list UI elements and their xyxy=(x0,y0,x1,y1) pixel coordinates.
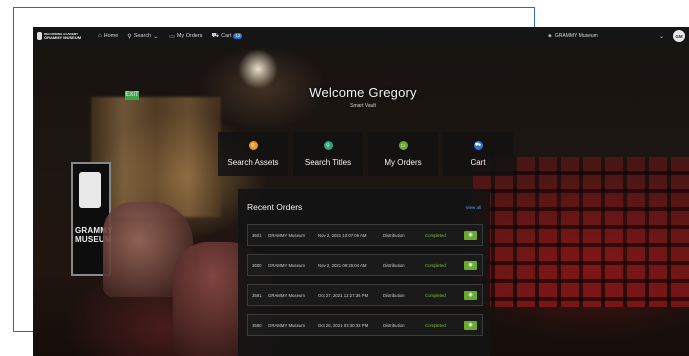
eye-icon: ◉ xyxy=(468,232,473,238)
search-icon: ⚲ xyxy=(127,33,132,40)
nav-my-orders[interactable]: ▭ My Orders xyxy=(169,33,202,40)
view-order-button[interactable]: ◉ xyxy=(464,290,477,300)
nav-home-label: Home xyxy=(103,33,119,39)
tile-my-orders-label: My Orders xyxy=(384,158,422,167)
quick-action-tiles: ⚲ Search Assets ⚲ Search Titles ▭ My Ord… xyxy=(218,132,514,176)
order-row[interactable]: 3590 GRAMMY Museum Oct 26, 2021 03:30:33… xyxy=(247,314,483,336)
order-type: Distribution xyxy=(383,262,405,268)
tile-my-orders[interactable]: ▭ My Orders xyxy=(368,132,438,176)
welcome-title: Welcome Gregory xyxy=(309,85,417,100)
exit-sign: EXIT xyxy=(125,91,139,100)
brand-logo[interactable]: RECORDING ACADEMY GRAMMY MUSEUM xyxy=(37,32,89,41)
home-icon: ⌂ xyxy=(98,33,102,39)
orders-icon: ▭ xyxy=(169,33,175,40)
tile-cart[interactable]: ⛟ Cart xyxy=(443,132,513,176)
order-id: 3591 xyxy=(252,292,262,298)
chevron-down-icon: ⌄ xyxy=(153,33,159,40)
order-date: Nov 2, 2021 09:25:04 AM xyxy=(318,262,367,268)
search-assets-icon: ⚲ xyxy=(248,141,258,150)
user-avatar[interactable]: GM xyxy=(673,30,685,42)
order-location: GRAMMY Museum xyxy=(268,322,305,328)
view-order-button[interactable]: ◉ xyxy=(464,230,477,240)
brand-line-2: GRAMMY MUSEUM xyxy=(44,35,82,40)
my-orders-icon: ▭ xyxy=(398,141,408,150)
organization-icon: ◈ xyxy=(548,33,552,39)
nav-search-label: Search xyxy=(133,33,152,39)
ceiling-light xyxy=(238,49,278,89)
eye-icon: ◉ xyxy=(468,262,473,268)
order-type: Distribution xyxy=(383,322,405,328)
cart-icon: ⛟ xyxy=(211,33,220,39)
order-location: GRAMMY Museum xyxy=(268,292,305,298)
view-order-button[interactable]: ◉ xyxy=(464,320,477,330)
cart-icon: ⛟ xyxy=(473,141,483,150)
cart-count-badge: 12 xyxy=(233,33,243,39)
order-type: Distribution xyxy=(383,232,405,238)
eye-icon: ◉ xyxy=(468,292,473,298)
eye-icon: ◉ xyxy=(468,322,473,328)
order-row[interactable]: 3601 GRAMMY Museum Nov 2, 2021 10:07:05 … xyxy=(247,224,483,246)
order-type: Distribution xyxy=(383,292,405,298)
tile-search-titles-label: Search Titles xyxy=(304,158,352,167)
recent-orders-title: Recent Orders xyxy=(247,202,303,212)
order-row[interactable]: 3600 GRAMMY Museum Nov 2, 2021 09:25:04 … xyxy=(247,254,483,276)
top-nav-bar: RECORDING ACADEMY GRAMMY MUSEUM ⌂ Home ⚲… xyxy=(33,27,689,45)
order-id: 3600 xyxy=(252,262,262,268)
nav-cart[interactable]: ⛟ Cart 12 xyxy=(212,32,243,40)
order-date: Nov 2, 2021 10:07:05 AM xyxy=(318,232,367,238)
organization-select-value: GRAMMY Museum xyxy=(554,33,598,39)
order-location: GRAMMY Museum xyxy=(268,232,305,238)
order-status: Completed xyxy=(425,262,446,268)
tile-search-assets-label: Search Assets xyxy=(227,158,279,167)
search-titles-icon: ⚲ xyxy=(323,141,333,150)
nav-cart-label: Cart xyxy=(221,33,232,39)
order-status: Completed xyxy=(425,292,446,298)
nav-my-orders-label: My Orders xyxy=(176,33,203,39)
gramophone-icon xyxy=(37,32,42,40)
order-id: 3601 xyxy=(252,232,262,238)
view-all-link[interactable]: View all xyxy=(466,205,481,210)
order-date: Oct 26, 2021 03:30:33 PM xyxy=(318,322,369,328)
order-date: Oct 27, 2021 12:27:36 PM xyxy=(318,292,369,298)
order-id: 3590 xyxy=(252,322,262,328)
nav-search[interactable]: ⚲ Search ⌄ xyxy=(127,33,160,40)
organization-select[interactable]: ◈ GRAMMY Museum ⌄ xyxy=(548,31,668,41)
welcome-subtitle: Smart Vault xyxy=(350,103,376,109)
tile-search-assets[interactable]: ⚲ Search Assets xyxy=(218,132,288,176)
background-seat-rows xyxy=(473,157,689,307)
tile-search-titles[interactable]: ⚲ Search Titles xyxy=(293,132,363,176)
app-screen: EXIT GRAMMY MUSEUM RECORDING ACADEMY GRA… xyxy=(33,27,689,356)
nav-home[interactable]: ⌂ Home xyxy=(98,33,118,39)
chevron-down-icon: ⌄ xyxy=(658,33,664,40)
order-location: GRAMMY Museum xyxy=(268,262,305,268)
grammy-logo-icon xyxy=(79,172,101,208)
order-status: Completed xyxy=(425,322,446,328)
tile-cart-label: Cart xyxy=(470,158,486,167)
recent-orders-panel: Recent Orders View all 3601 GRAMMY Museu… xyxy=(238,189,490,356)
view-order-button[interactable]: ◉ xyxy=(464,260,477,270)
order-row[interactable]: 3591 GRAMMY Museum Oct 27, 2021 12:27:36… xyxy=(247,284,483,306)
order-status: Completed xyxy=(425,232,446,238)
